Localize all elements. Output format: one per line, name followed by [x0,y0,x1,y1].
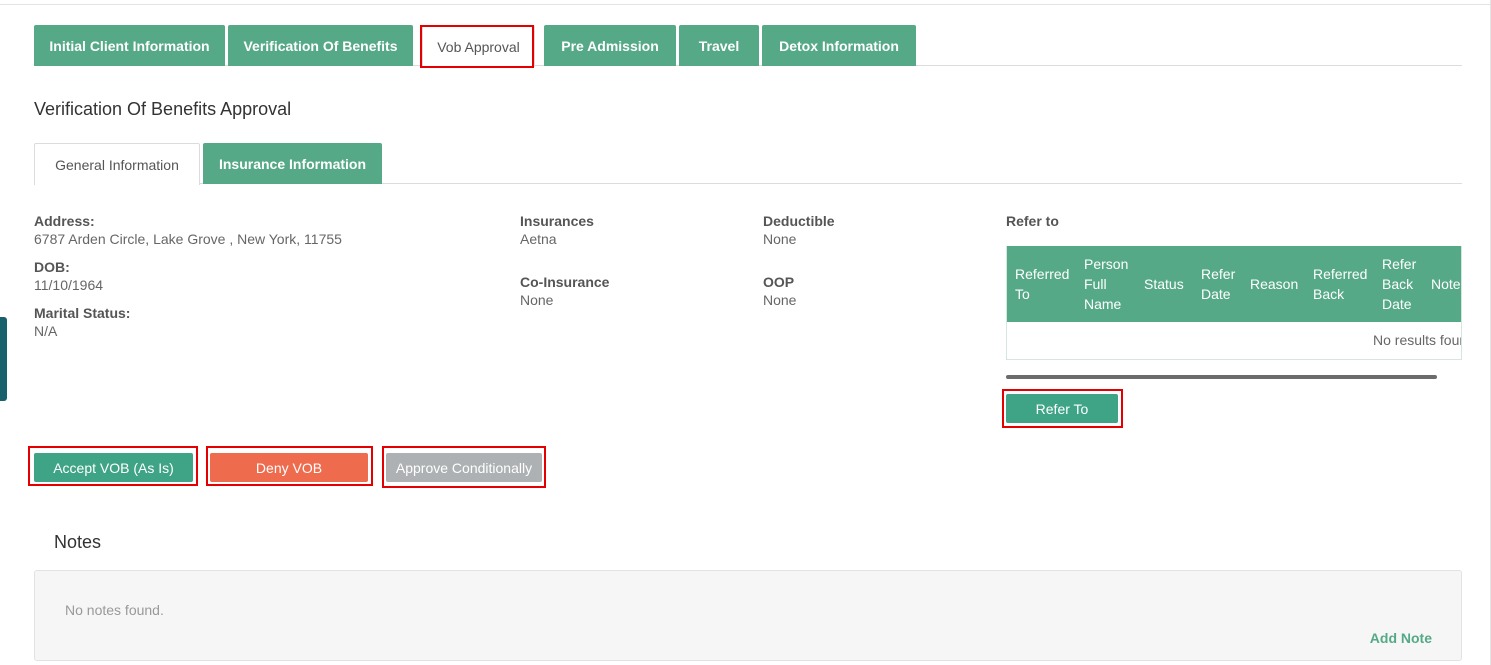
highlight-approve-conditionally-button [382,446,546,488]
col-person-full-name[interactable]: Person Full Name [1084,254,1128,314]
tab-travel[interactable]: Travel [679,25,759,66]
dob-value: 11/10/1964 [34,277,104,293]
sidebar-toggle-handle[interactable] [0,317,7,401]
col-status[interactable]: Status [1144,274,1184,294]
tab-verification-of-benefits[interactable]: Verification Of Benefits [228,25,413,66]
notes-title: Notes [54,532,102,552]
col-referred-to-line: To [1015,286,1030,302]
marital-status-label: Marital Status: [34,305,131,321]
highlight-vob-approval-tab [420,25,534,68]
coinsurance-label: Co-Insurance [520,274,610,290]
sub-tab-bar: General Information Insurance Informatio… [34,143,1462,185]
highlight-refer-to-button [1002,389,1123,428]
col-referred-to[interactable]: Referred To [1015,264,1069,304]
main-tab-bar: Initial Client Information Verification … [34,25,1462,67]
col-reason-line: Reason [1250,276,1299,292]
col-refer-back-date-line: Back [1382,276,1414,292]
col-refer-date-line: Date [1201,286,1231,302]
col-person-full-name-line: Full [1084,276,1107,292]
col-referred-to-line: Referred [1015,266,1070,282]
col-refer-date[interactable]: Refer Date [1201,264,1235,304]
highlight-deny-vob-button [206,446,373,486]
refer-to-title: Refer to [1006,213,1059,229]
col-note[interactable]: Note [1431,274,1461,294]
col-refer-back-date[interactable]: Refer Back Date [1382,254,1416,314]
tab-pre-admission[interactable]: Pre Admission [544,25,676,66]
deductible-value: None [763,231,797,247]
add-note-link[interactable]: Add Note [1370,630,1432,646]
col-refer-date-line: Refer [1201,266,1236,282]
insurances-value: Aetna [520,231,557,247]
coinsurance-value: None [520,292,554,308]
highlight-accept-vob-button [28,446,198,486]
col-referred-back[interactable]: Referred Back [1313,264,1367,304]
dob-label: DOB: [34,259,70,275]
window-top-border [0,0,1491,5]
col-refer-back-date-line: Date [1382,296,1412,312]
notes-empty-text: No notes found. [65,602,164,618]
refer-table-header: Referred To Person Full Name Status Refe… [1007,246,1461,322]
col-referred-back-line: Back [1313,286,1345,302]
tab-insurance-information[interactable]: Insurance Information [203,143,382,184]
address-value: 6787 Arden Circle, Lake Grove , New York… [34,231,342,247]
oop-value: None [763,292,797,308]
tab-general-information[interactable]: General Information [34,143,200,185]
address-label: Address: [34,213,95,229]
tab-initial-client-information[interactable]: Initial Client Information [34,25,225,66]
deductible-label: Deductible [763,213,835,229]
oop-label: OOP [763,274,795,290]
refer-table: Referred To Person Full Name Status Refe… [1006,246,1462,360]
col-status-line: Status [1144,276,1184,292]
insurances-label: Insurances [520,213,594,229]
page-title: Verification Of Benefits Approval [34,99,292,119]
notes-panel: No notes found. Add Note [34,570,1462,661]
refer-table-scrollbar[interactable] [1006,375,1437,379]
col-refer-back-date-line: Refer [1382,256,1417,272]
col-person-full-name-line: Person [1084,256,1129,272]
col-reason[interactable]: Reason [1250,274,1298,294]
col-note-line: Note [1431,276,1461,292]
tab-detox-information[interactable]: Detox Information [762,25,916,66]
col-person-full-name-line: Name [1084,296,1122,312]
no-results-text: No results found [1373,332,1461,348]
refer-table-empty-row: No results found [1007,322,1461,359]
col-referred-back-line: Referred [1313,266,1368,282]
marital-status-value: N/A [34,323,58,339]
